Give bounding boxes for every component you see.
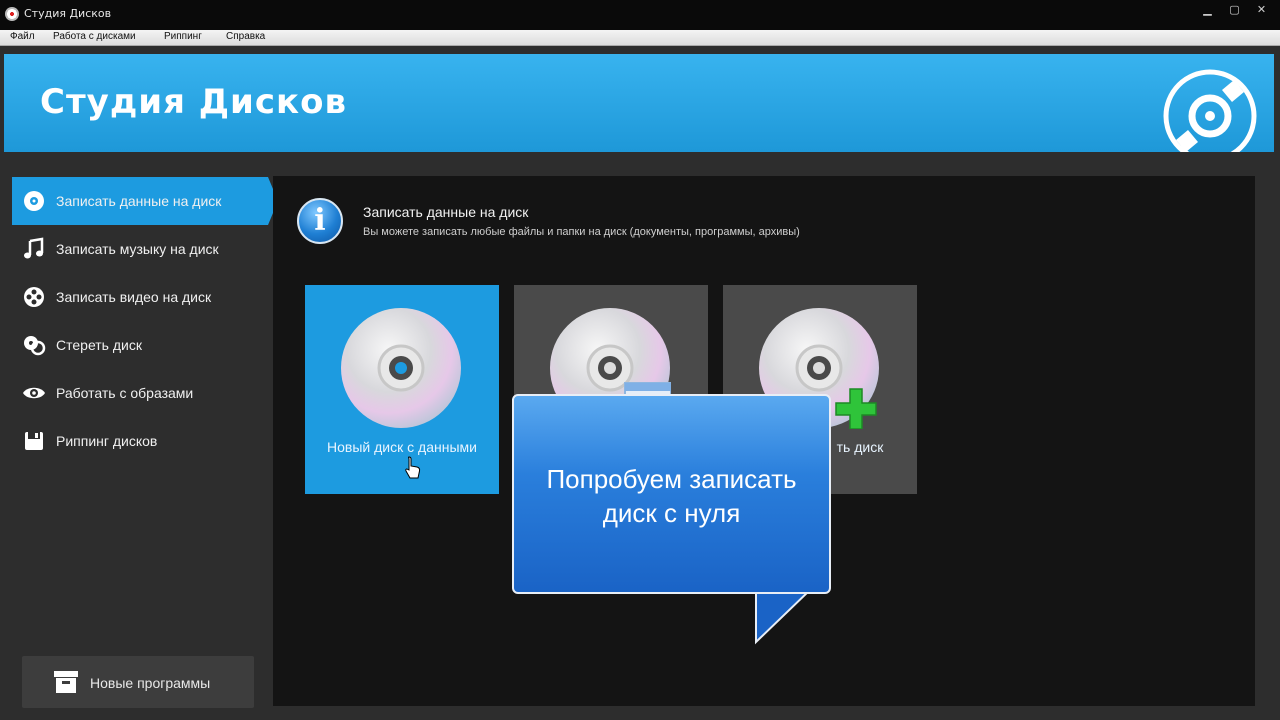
sidebar-item-burn-video[interactable]: Записать видео на диск	[12, 273, 262, 321]
sidebar-item-ripping[interactable]: Риппинг дисков	[12, 417, 262, 465]
info-icon: i	[297, 198, 343, 244]
callout-line-1: Попробуем записать	[546, 464, 797, 494]
sidebar-item-images[interactable]: Работать с образами	[12, 369, 262, 417]
sidebar-item-label: Записать музыку на диск	[56, 241, 219, 257]
app-icon	[5, 7, 19, 21]
hand-cursor-icon	[405, 456, 421, 479]
sidebar-item-label: Риппинг дисков	[56, 433, 158, 449]
sidebar: Записать данные на диск Записать музыку …	[0, 152, 278, 720]
header-banner: Студия Дисков	[4, 54, 1274, 152]
title-bar: Студия Дисков ▁ ▢ ✕	[0, 0, 1280, 30]
menu-ripping[interactable]: Риппинг	[164, 31, 202, 42]
minimize-button[interactable]: ▁	[1194, 0, 1221, 20]
new-programs-button[interactable]: Новые программы	[22, 656, 254, 708]
section-subtitle: Вы можете записать любые файлы и папки н…	[363, 226, 800, 238]
eye-icon	[23, 387, 45, 399]
disc-logo-icon	[1163, 69, 1257, 152]
menu-help[interactable]: Справка	[226, 31, 265, 42]
sidebar-item-burn-data[interactable]: Записать данные на диск	[12, 177, 278, 225]
cd-icon	[341, 308, 461, 428]
callout-text: Попробуем записать диск с нуля	[512, 462, 831, 530]
disc-icon	[24, 191, 44, 211]
callout-line-2: диск с нуля	[602, 498, 741, 528]
menu-bar: Файл Работа с дисками Риппинг Справка	[0, 30, 1280, 46]
menu-disc-work[interactable]: Работа с дисками	[53, 31, 136, 42]
hint-callout: Попробуем записать диск с нуля	[512, 394, 831, 645]
tile-new-data-disc[interactable]: Новый диск с данными	[305, 285, 499, 494]
rip-disc-icon	[25, 432, 43, 450]
sidebar-item-label: Работать с образами	[56, 385, 194, 401]
film-reel-icon	[24, 287, 44, 307]
box-icon	[54, 671, 78, 693]
tile-label: Новый диск с данными	[327, 439, 477, 455]
music-note-icon	[24, 237, 44, 259]
sidebar-item-erase[interactable]: Стереть диск	[12, 321, 262, 369]
window-title: Студия Дисков	[24, 7, 112, 20]
sidebar-item-burn-music[interactable]: Записать музыку на диск	[12, 225, 262, 273]
menu-file[interactable]: Файл	[10, 31, 35, 42]
callout-tail	[755, 590, 812, 645]
section-title: Записать данные на диск	[363, 204, 529, 220]
erase-disc-icon	[24, 336, 46, 356]
maximize-button[interactable]: ▢	[1221, 0, 1248, 20]
sidebar-item-label: Стереть диск	[56, 337, 142, 353]
header-title: Студия Дисков	[40, 82, 347, 122]
sidebar-item-label: Записать данные на диск	[56, 193, 222, 209]
close-button[interactable]: ✕	[1248, 0, 1275, 20]
sidebar-item-label: Записать видео на диск	[56, 289, 212, 305]
new-programs-label: Новые программы	[90, 675, 211, 691]
